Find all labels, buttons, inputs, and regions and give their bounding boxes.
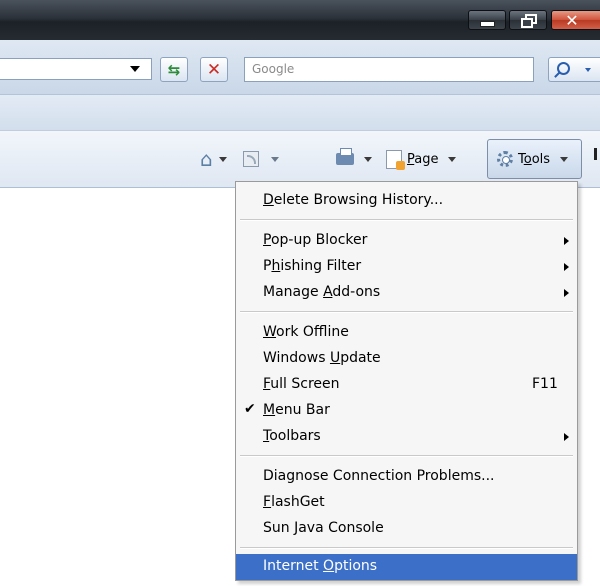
toolbar-chevron[interactable] <box>594 148 597 160</box>
print-dropdown-icon[interactable] <box>364 156 372 162</box>
address-toolbar: ⇆ ✕ Google <box>0 40 600 94</box>
menu-item-phishing-filter[interactable]: Phishing Filter <box>236 254 577 280</box>
menu-item-menu-bar[interactable]: ✔ Menu Bar <box>236 398 577 424</box>
checkmark-icon: ✔ <box>244 401 256 417</box>
menu-item-label: FlashGet <box>263 494 325 510</box>
menu-item-work-offline[interactable]: Work Offline <box>236 320 577 346</box>
menu-item-manage-addons[interactable]: Manage Add-ons <box>236 280 577 306</box>
close-icon: ✕ <box>565 10 579 30</box>
menu-item-label: Diagnose Connection Problems... <box>263 468 495 484</box>
menu-separator <box>240 455 573 457</box>
gear-icon <box>497 151 513 167</box>
feeds-button[interactable] <box>243 146 279 172</box>
search-button[interactable] <box>548 57 600 82</box>
menu-separator <box>240 547 573 549</box>
tools-menu-button[interactable]: Tools <box>487 139 582 179</box>
menu-item-label: Work Offline <box>263 324 349 340</box>
page-dropdown-icon <box>448 156 457 162</box>
menu-item-flashget[interactable]: FlashGet <box>236 490 577 516</box>
refresh-button[interactable]: ⇆ <box>160 57 188 82</box>
menu-item-diagnose-connection[interactable]: Diagnose Connection Problems... <box>236 464 577 490</box>
page-icon <box>386 149 405 170</box>
stop-button[interactable]: ✕ <box>200 57 228 82</box>
page-menu-button[interactable]: Page <box>386 146 457 172</box>
feeds-dropdown-icon[interactable] <box>271 156 279 162</box>
tools-menu: Delete Browsing History... Pop-up Blocke… <box>235 181 578 581</box>
menu-item-delete-browsing-history[interactable]: Delete Browsing History... <box>236 188 577 214</box>
submenu-arrow-icon <box>564 433 569 441</box>
search-icon <box>557 62 570 75</box>
menu-item-internet-options[interactable]: Internet Options <box>236 554 577 580</box>
restore-icon <box>521 14 537 28</box>
links-toolbar <box>0 94 600 131</box>
menu-item-sun-java-console[interactable]: Sun Java Console <box>236 516 577 542</box>
close-button[interactable]: ✕ <box>551 10 600 30</box>
refresh-icon: ⇆ <box>167 60 181 79</box>
address-dropdown-icon[interactable] <box>130 66 140 72</box>
tools-menu-label: Tools <box>518 151 551 167</box>
address-bar[interactable] <box>0 58 152 80</box>
menu-item-label: Menu Bar <box>263 402 330 418</box>
menu-item-label: Sun Java Console <box>263 520 384 536</box>
search-input[interactable]: Google <box>244 57 534 82</box>
tools-dropdown-icon <box>560 156 569 162</box>
feeds-icon <box>243 151 259 167</box>
minimize-button[interactable] <box>468 10 506 30</box>
menu-separator <box>240 311 573 313</box>
submenu-arrow-icon <box>564 263 569 271</box>
menu-item-label: Delete Browsing History... <box>263 192 444 208</box>
menu-separator <box>240 219 573 221</box>
menu-item-windows-update[interactable]: Windows Update <box>236 346 577 372</box>
menu-item-toolbars[interactable]: Toolbars <box>236 424 577 450</box>
menu-item-label: Internet Options <box>263 558 378 574</box>
minimize-icon <box>479 21 495 27</box>
home-dropdown-icon[interactable] <box>218 156 227 162</box>
menu-item-label: Pop-up Blocker <box>263 232 368 248</box>
menu-item-full-screen[interactable]: Full Screen F11 <box>236 372 577 398</box>
page-menu-label: Page <box>407 151 439 167</box>
print-icon <box>336 148 354 165</box>
home-button[interactable]: ⌂ <box>200 146 227 172</box>
menu-item-label: Full Screen <box>263 376 340 392</box>
print-button[interactable] <box>336 146 372 172</box>
submenu-arrow-icon <box>564 237 569 245</box>
home-icon: ⌂ <box>200 147 213 171</box>
menu-item-shortcut: F11 <box>532 376 558 392</box>
menu-item-label: Toolbars <box>263 428 321 444</box>
title-bar: ✕ <box>0 0 600 40</box>
restore-button[interactable] <box>509 10 547 30</box>
menu-item-label: Phishing Filter <box>263 258 362 274</box>
stop-icon: ✕ <box>206 59 222 80</box>
search-options-icon[interactable] <box>585 68 591 72</box>
menu-item-popup-blocker[interactable]: Pop-up Blocker <box>236 228 577 254</box>
submenu-arrow-icon <box>564 289 569 297</box>
menu-item-label: Windows Update <box>263 350 381 366</box>
menu-item-label: Manage Add-ons <box>263 284 381 300</box>
